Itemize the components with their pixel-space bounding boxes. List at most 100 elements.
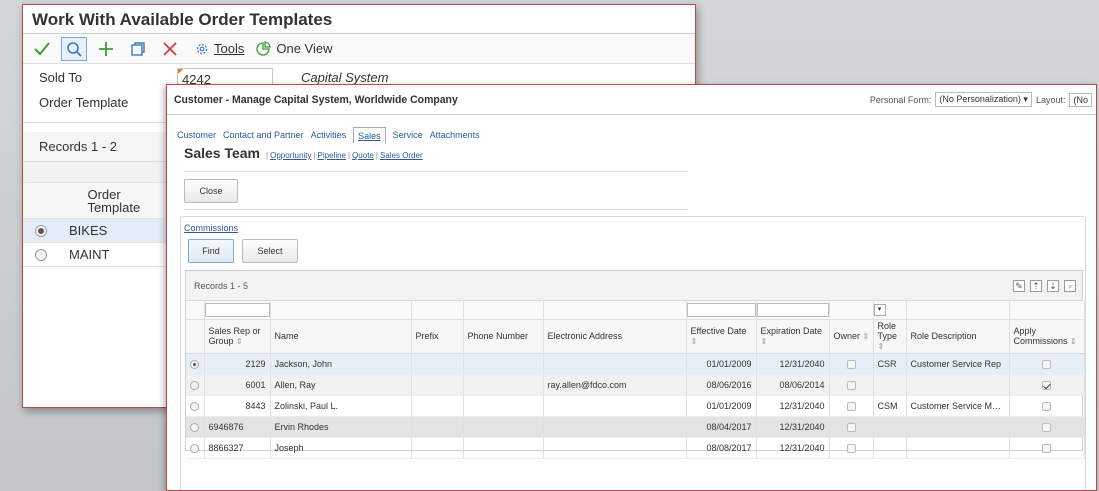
column-header-row: Sales Rep or Group ⇕ Name Prefix Phone N…	[186, 319, 1085, 354]
email-cell	[543, 437, 687, 459]
row-select-radio[interactable]	[190, 422, 199, 432]
name-cell: Allen, Ray	[270, 374, 412, 396]
owner-checkbox[interactable]	[846, 359, 856, 369]
apply-commissions-checkbox[interactable]	[1042, 380, 1051, 390]
owner-checkbox[interactable]	[846, 422, 856, 432]
row-select-radio[interactable]	[35, 224, 47, 237]
section-links: | Opportunity | Pipeline | Quote | Sales Order	[266, 151, 423, 160]
link-sales-order[interactable]: Sales Order	[380, 151, 423, 160]
table-row[interactable]: 2129 Jackson, John 01/01/2009 12/31/2040…	[186, 353, 1085, 375]
sold-to-description: Capital System	[301, 70, 389, 85]
apply-commissions-checkbox[interactable]	[1042, 401, 1051, 411]
toolbar: Tools One View	[23, 34, 695, 64]
grid-header-bar: Records 1 - 5 ✎ ⇡ ⇣ ▫	[186, 271, 1082, 301]
tab-customer[interactable]: Customer	[177, 130, 216, 143]
apply-commissions-checkbox[interactable]	[1042, 443, 1051, 453]
owner-checkbox[interactable]	[846, 443, 856, 453]
tab-activities[interactable]: Activities	[311, 130, 347, 143]
qbe-effective-input[interactable]	[686, 302, 755, 317]
sales-rep-cell[interactable]: 8866327	[204, 437, 271, 459]
col-apply-commissions[interactable]: Apply Commissions ⇕	[1009, 319, 1085, 354]
role-type-dropdown[interactable]: ▾	[873, 304, 886, 317]
personal-form-select[interactable]: (No Personalization) ▾	[935, 92, 1032, 107]
col-owner[interactable]: Owner ⇕	[829, 319, 874, 354]
col-sales-rep[interactable]: Sales Rep or Group ⇕	[204, 319, 271, 354]
tab-sales[interactable]: Sales	[353, 127, 386, 143]
personal-form-label: Personal Form:	[869, 94, 932, 105]
prefix-cell	[411, 374, 464, 396]
col-role-desc[interactable]: Role Description	[906, 319, 1010, 354]
upload-icon[interactable]: ⇡	[1030, 279, 1042, 292]
link-opportunity[interactable]: Opportunity	[270, 151, 311, 160]
col-phone[interactable]: Phone Number	[463, 319, 544, 354]
row-select-radio[interactable]	[190, 443, 199, 453]
col-prefix[interactable]: Prefix	[411, 319, 464, 354]
layout-select[interactable]: (No	[1069, 92, 1092, 107]
table-row[interactable]: 8866327 Joseph 08/08/2017 12/31/2040	[186, 437, 1085, 459]
col-role-type[interactable]: Role Type ⇕	[873, 319, 907, 354]
search-icon[interactable]	[61, 36, 87, 61]
download-icon[interactable]: ⇣	[1047, 279, 1059, 292]
link-quote[interactable]: Quote	[352, 151, 374, 160]
name-cell: Jackson, John	[270, 353, 412, 375]
role-type-cell	[873, 416, 907, 438]
apply-commissions-checkbox[interactable]	[1042, 359, 1051, 369]
col-name[interactable]: Name	[270, 319, 412, 354]
table-row[interactable]: 6001 Allen, Ray ray.allen@fdco.com 08/06…	[186, 374, 1085, 396]
col-expiration[interactable]: Expiration Date ⇕	[756, 319, 830, 354]
qbe-rep-input[interactable]	[204, 302, 269, 317]
sort-icon: ⇕	[877, 341, 885, 351]
commissions-link[interactable]: Commissions	[184, 223, 238, 233]
tab-service[interactable]: Service	[393, 130, 423, 143]
effective-date-cell: 08/08/2017	[686, 437, 757, 459]
sales-rep-cell[interactable]: 6001	[204, 374, 271, 396]
records-count: Records 1 - 2	[23, 132, 173, 162]
owner-checkbox[interactable]	[846, 380, 856, 390]
tab-attachments[interactable]: Attachments	[430, 130, 480, 143]
effective-date-cell: 01/01/2009	[686, 395, 757, 417]
expand-icon[interactable]: ▫	[1064, 279, 1076, 292]
row-select-radio[interactable]	[190, 359, 199, 369]
sales-rep-cell[interactable]: 6946876	[204, 416, 271, 438]
prefix-cell	[411, 437, 464, 459]
link-pipeline[interactable]: Pipeline	[318, 151, 346, 160]
x-icon[interactable]	[157, 37, 183, 61]
qbe-expiration-input[interactable]	[756, 302, 828, 317]
sales-rep-cell[interactable]: 2129	[204, 353, 271, 375]
expiration-date-cell: 08/06/2014	[756, 374, 830, 396]
order-template-column-header[interactable]: Order Template	[57, 183, 173, 218]
name-cell: Ervin Rhodes	[270, 416, 412, 438]
sales-rep-cell[interactable]: 8443	[204, 395, 271, 417]
close-button[interactable]: Close	[184, 179, 238, 203]
tools-menu[interactable]: Tools	[195, 41, 244, 56]
table-row[interactable]: MAINT	[23, 243, 173, 267]
order-template-label: Order Template	[39, 95, 129, 110]
plus-icon[interactable]	[93, 37, 119, 61]
row-select-radio[interactable]	[190, 380, 199, 390]
select-button[interactable]: Select	[242, 239, 298, 263]
tab-contact-and-partner[interactable]: Contact and Partner	[223, 130, 304, 143]
sort-icon: ⇕	[1070, 336, 1077, 346]
effective-date-cell: 08/04/2017	[686, 416, 757, 438]
personalization-bar: Personal Form: (No Personalization) ▾ La…	[870, 92, 1092, 107]
check-icon[interactable]	[29, 37, 55, 61]
role-type-cell: CSR	[873, 353, 907, 375]
col-effective[interactable]: Effective Date ⇕	[686, 319, 757, 354]
table-row[interactable]: 8443 Zolinski, Paul L. 01/01/2009 12/31/…	[186, 395, 1085, 417]
expiration-date-cell: 12/31/2040	[756, 353, 830, 375]
apply-commissions-checkbox[interactable]	[1042, 422, 1051, 432]
table-row[interactable]: 6946876 Ervin Rhodes 08/04/2017 12/31/20…	[186, 416, 1085, 438]
col-email[interactable]: Electronic Address	[543, 319, 687, 354]
owner-checkbox[interactable]	[846, 401, 856, 411]
one-view-menu[interactable]: One View	[256, 41, 333, 56]
row-select-radio[interactable]	[35, 248, 47, 261]
find-button[interactable]: Find	[188, 239, 234, 263]
name-cell: Zolinski, Paul L.	[270, 395, 412, 417]
copy-icon[interactable]	[125, 37, 151, 61]
table-row[interactable]: BIKES	[23, 219, 173, 243]
role-desc-cell	[906, 374, 1010, 396]
row-select-radio[interactable]	[190, 401, 199, 411]
edit-icon[interactable]: ✎	[1013, 279, 1025, 292]
customer-manage-window: Customer - Manage Capital System, Worldw…	[166, 84, 1097, 491]
sales-team-grid: Records 1 - 5 ✎ ⇡ ⇣ ▫ ▾ Sales Rep or Gro…	[185, 270, 1085, 459]
